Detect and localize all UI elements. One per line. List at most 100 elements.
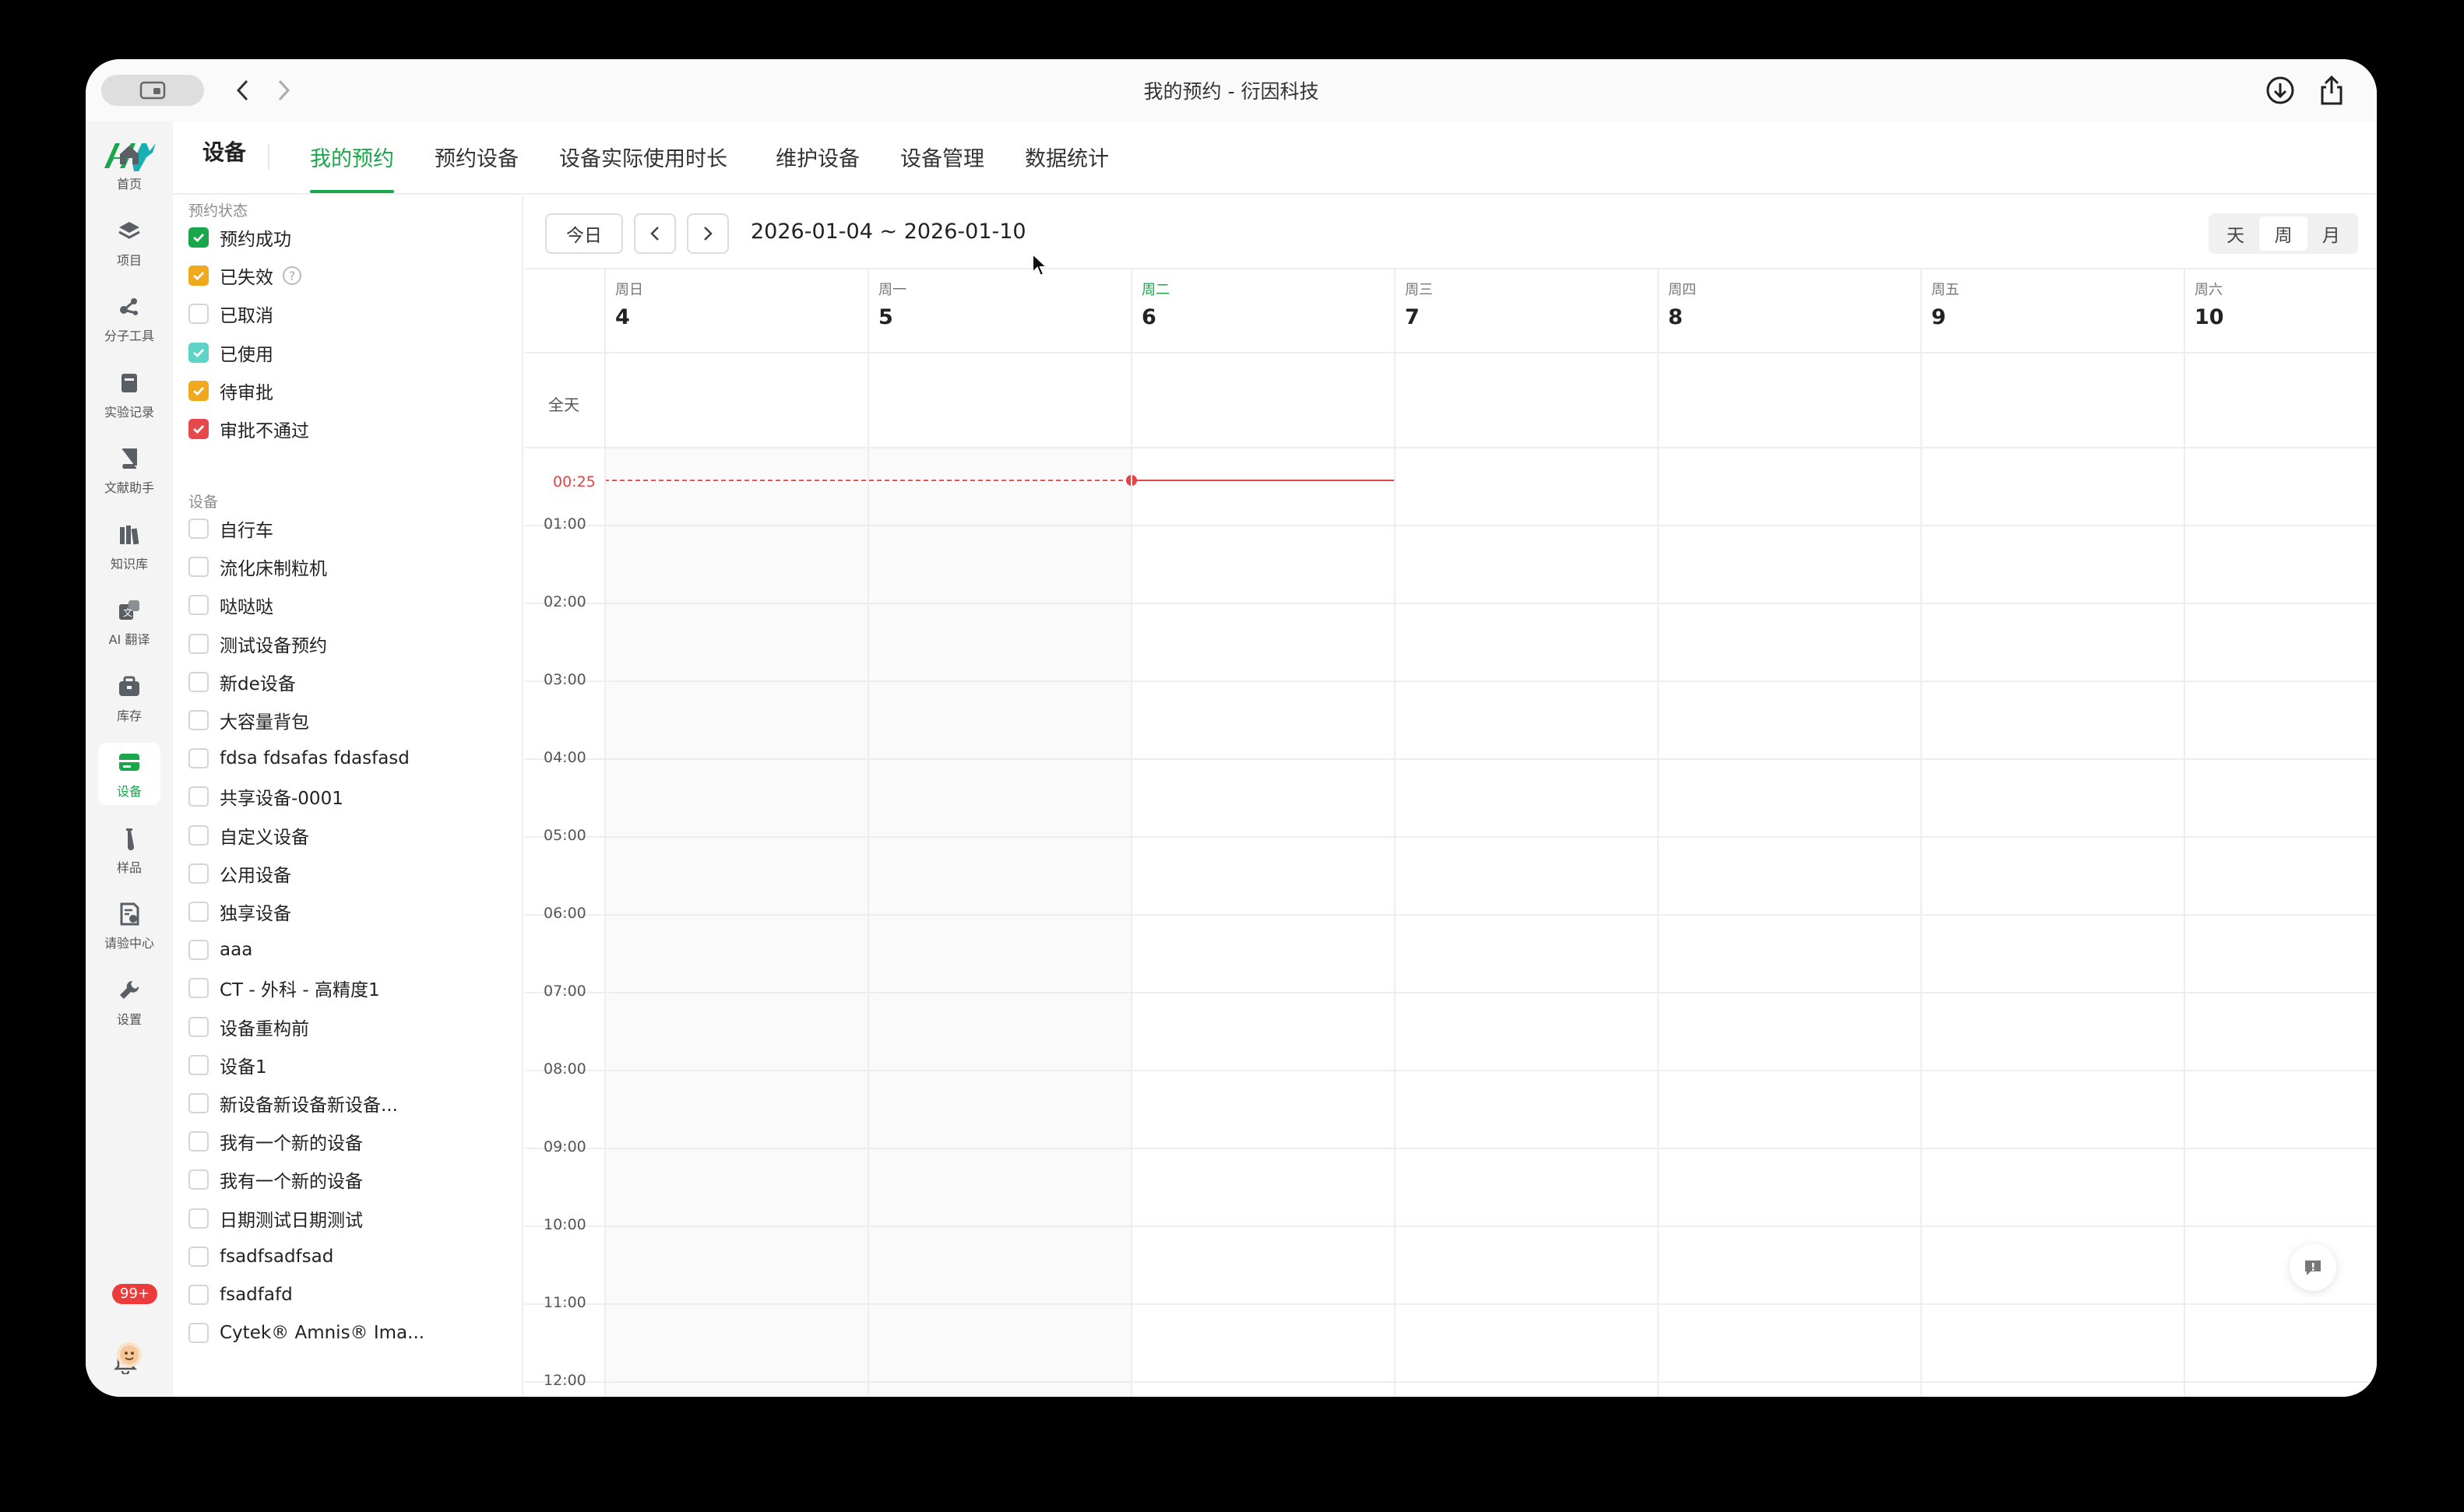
device-filter-item[interactable]: 我有一个新的设备 [188, 1128, 363, 1155]
checkbox[interactable] [188, 633, 209, 654]
device-filter-item[interactable]: 共享设备-0001 [188, 783, 343, 810]
checkbox[interactable] [188, 1016, 209, 1037]
checkbox[interactable] [188, 902, 209, 922]
device-filter-item[interactable]: fdsa fdsafas fdasfasd [188, 745, 410, 772]
checkbox[interactable] [188, 419, 209, 439]
weekday-label: 周六 [2195, 282, 2223, 298]
avatar[interactable] [117, 1342, 142, 1367]
device-filter-item[interactable]: 独享设备 [188, 898, 291, 925]
feedback-button[interactable] [2290, 1244, 2336, 1291]
status-filter-item[interactable]: 已取消 [188, 301, 273, 327]
tab-actual-usage[interactable]: 设备实际使用时长 [559, 142, 727, 172]
sidebar-item-layers[interactable]: 项目 [98, 212, 160, 274]
checkbox[interactable] [188, 786, 209, 807]
checkbox[interactable] [188, 1323, 209, 1344]
view-week-button[interactable]: 周 [2259, 216, 2307, 251]
checkbox[interactable] [188, 1093, 209, 1113]
sidebar-item-settings[interactable]: 设置 [98, 971, 160, 1033]
settings-icon [115, 976, 143, 1004]
device-filter-item[interactable]: CT - 外科 - 高精度1 [188, 975, 380, 1001]
tab-my-reservations[interactable]: 我的预约 [310, 142, 394, 172]
sidebar-item-book[interactable]: 文献助手 [98, 439, 160, 501]
sidebar-item-inventory[interactable]: 库存 [98, 667, 160, 730]
status-filter-item[interactable]: 已失效? [188, 262, 301, 289]
day-header[interactable]: 周六 10 [2195, 279, 2224, 329]
hour-label: 09:00 [544, 1138, 586, 1155]
sidebar-item-molecule[interactable]: 分子工具 [98, 287, 160, 350]
status-filter-item[interactable]: 预约成功 [188, 224, 291, 251]
checkbox[interactable] [188, 1246, 209, 1267]
device-filter-item[interactable]: 公用设备 [188, 860, 291, 887]
device-filter-item[interactable]: 流化床制粒机 [188, 554, 327, 580]
checkbox[interactable] [188, 304, 209, 325]
day-header[interactable]: 周日 4 [615, 279, 643, 329]
device-filter-item[interactable]: fsadfafd [188, 1282, 293, 1308]
checkbox[interactable] [188, 595, 209, 616]
status-filter-item[interactable]: 待审批 [188, 378, 273, 404]
device-filter-item[interactable]: 自定义设备 [188, 822, 309, 849]
checkbox[interactable] [188, 671, 209, 692]
status-filter-item[interactable]: 已使用 [188, 339, 273, 366]
sidebar-item-sample[interactable]: 样品 [98, 819, 160, 881]
day-header[interactable]: 周四 8 [1668, 279, 1696, 329]
tab-maintenance[interactable]: 维护设备 [776, 142, 860, 172]
checkbox[interactable] [188, 940, 209, 961]
today-button[interactable]: 今日 [545, 213, 623, 254]
device-filter-item[interactable]: 设备重构前 [188, 1014, 309, 1040]
checkbox[interactable] [188, 978, 209, 999]
checkbox[interactable] [188, 1054, 209, 1075]
device-filter-item[interactable]: 测试设备预约 [188, 631, 327, 657]
sidebar-item-request[interactable]: 请验中心 [98, 895, 160, 957]
help-icon[interactable]: ? [283, 266, 301, 286]
download-button[interactable] [2262, 72, 2299, 109]
checkbox[interactable] [188, 825, 209, 846]
next-week-button[interactable] [687, 213, 729, 254]
checkbox[interactable] [188, 863, 209, 884]
checkbox[interactable] [188, 748, 209, 769]
inventory-icon [115, 673, 143, 701]
device-filter-item[interactable]: 自行车 [188, 515, 273, 542]
day-header[interactable]: 周二 6 [1142, 279, 1170, 329]
sidebar-item-notebook[interactable]: 实验记录 [98, 364, 160, 426]
day-header[interactable]: 周一 5 [878, 279, 906, 329]
device-filter-item[interactable]: 哒哒哒 [188, 592, 273, 618]
checkbox[interactable] [188, 710, 209, 730]
checkbox[interactable] [188, 519, 209, 539]
checkbox[interactable] [188, 265, 209, 287]
status-filter-item[interactable]: 审批不通过 [188, 416, 309, 442]
checkbox[interactable] [188, 342, 209, 363]
view-month-button[interactable]: 月 [2307, 216, 2355, 251]
day-column-line [2184, 268, 2185, 1397]
tab-device-management[interactable]: 设备管理 [900, 142, 984, 172]
all-day-label: 全天 [548, 396, 579, 414]
device-filter-item[interactable]: Cytek® Amnis® Ima... [188, 1320, 424, 1346]
checkbox[interactable] [188, 1208, 209, 1229]
day-header[interactable]: 周五 9 [1931, 279, 1959, 329]
checkbox[interactable] [188, 557, 209, 578]
device-filter-item[interactable]: 日期测试日期测试 [188, 1205, 363, 1232]
checkbox[interactable] [188, 380, 209, 401]
tab-device-root[interactable]: 设备 [202, 135, 246, 167]
device-filter-item[interactable]: aaa [188, 937, 252, 963]
device-filter-item[interactable]: 大容量背包 [188, 707, 309, 733]
checkbox[interactable] [188, 1131, 209, 1152]
checkbox[interactable] [188, 227, 209, 248]
share-button[interactable] [2313, 72, 2350, 109]
device-filter-item[interactable]: 新de设备 [188, 669, 296, 695]
checkbox[interactable] [188, 1169, 209, 1190]
checkbox[interactable] [188, 1285, 209, 1305]
sidebar-item-translate[interactable]: 文 AI 翻译 [98, 591, 160, 653]
device-filter-item[interactable]: 设备1 [188, 1052, 267, 1078]
sidebar-item-home[interactable]: 首页 [98, 135, 160, 198]
day-header[interactable]: 周三 7 [1405, 279, 1433, 329]
device-filter-item[interactable]: fsadfsadfsad [188, 1243, 333, 1270]
device-filter-item[interactable]: 新设备新设备新设备... [188, 1090, 398, 1116]
sidebar-item-device[interactable]: 设备 [98, 743, 160, 805]
device-filter-item[interactable]: 我有一个新的设备 [188, 1166, 363, 1193]
sidebar-item-library[interactable]: 知识库 [98, 515, 160, 578]
tab-reserve-device[interactable]: 预约设备 [435, 142, 519, 172]
view-day-button[interactable]: 天 [2212, 216, 2259, 251]
week-grid[interactable]: 全天 00:25 01:00 02:00 03:00 04:00 05:00 06:00 0… [525, 268, 2377, 1397]
prev-week-button[interactable] [634, 213, 676, 254]
tab-statistics[interactable]: 数据统计 [1025, 142, 1109, 172]
